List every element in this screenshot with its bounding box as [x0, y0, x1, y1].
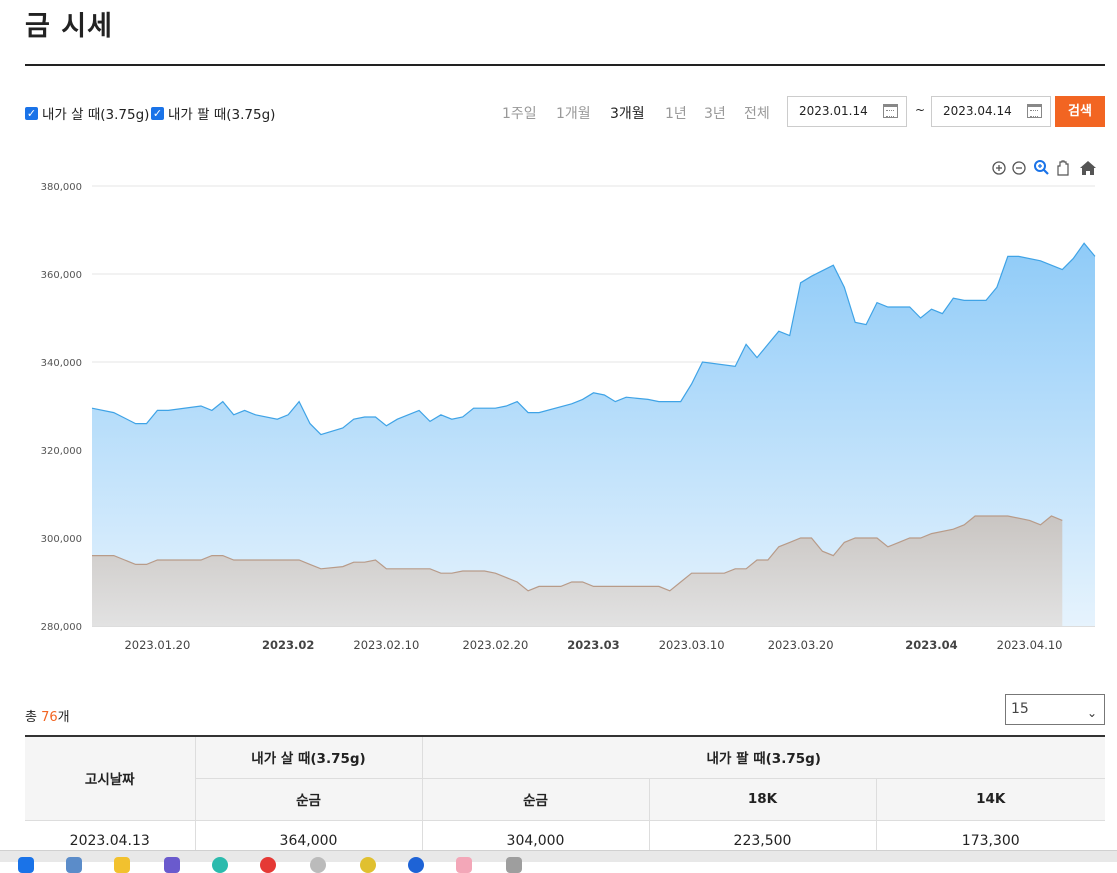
- period-3month[interactable]: 3개월: [610, 103, 645, 123]
- taskbar-app-icon[interactable]: [164, 857, 180, 873]
- start-date-value: 2023.01.14: [799, 104, 868, 118]
- taskbar-app-icon[interactable]: [360, 857, 376, 873]
- taskbar-app-icon[interactable]: [18, 857, 34, 873]
- period-1year[interactable]: 1년: [665, 103, 687, 123]
- taskbar-app-icon[interactable]: [506, 857, 522, 873]
- x-tick-label: 2023.04: [905, 638, 957, 652]
- col-header-buy-pure: 순금: [195, 777, 423, 821]
- sell-checkbox-label: 내가 팔 때(3.75g): [168, 107, 276, 123]
- calendar-icon[interactable]: [1027, 104, 1042, 118]
- period-all[interactable]: 전체: [744, 103, 770, 123]
- taskbar-app-icon[interactable]: [66, 857, 82, 873]
- chart-toolbar: [992, 160, 1096, 176]
- y-tick-label: 320,000: [41, 446, 82, 457]
- chart-series: [91, 242, 1096, 626]
- search-button[interactable]: 검색: [1055, 96, 1105, 127]
- x-tick-label: 2023.03.10: [659, 638, 725, 652]
- zoom-in-icon[interactable]: [992, 161, 1006, 175]
- period-1month[interactable]: 1개월: [556, 103, 591, 123]
- x-tick-label: 2023.01.20: [124, 638, 190, 652]
- total-number: 76: [41, 710, 58, 725]
- y-tick-label: 360,000: [41, 270, 82, 281]
- y-tick-label: 340,000: [41, 358, 82, 369]
- col-header-sell-14k: 14K: [876, 777, 1105, 821]
- taskbar-app-icon[interactable]: [114, 857, 130, 873]
- checkbox-checked-icon: ✓: [151, 106, 164, 120]
- x-tick-label: 2023.02.20: [462, 638, 528, 652]
- taskbar-app-icon[interactable]: [310, 857, 326, 873]
- magnify-icon[interactable]: [1034, 160, 1049, 175]
- y-tick-label: 280,000: [41, 622, 82, 633]
- os-taskbar: [0, 850, 1117, 873]
- page-size-value: 15: [1011, 701, 1029, 717]
- pan-hand-icon[interactable]: [1057, 160, 1069, 176]
- taskbar-app-icon[interactable]: [212, 857, 228, 873]
- checkbox-checked-icon: ✓: [25, 106, 38, 120]
- start-date-input[interactable]: 2023.01.14: [787, 96, 907, 127]
- gold-price-chart: 280,000 300,000 320,000 340,000 360,000 380,0…: [41, 160, 1096, 652]
- col-header-date: 고시날짜: [25, 735, 196, 821]
- sell-series-checkbox[interactable]: ✓ 내가 팔 때(3.75g): [151, 103, 275, 123]
- buy-series-checkbox[interactable]: ✓ 내가 살 때(3.75g): [25, 103, 149, 123]
- y-tick-label: 380,000: [41, 182, 82, 193]
- page-title: 금 시세: [25, 11, 113, 42]
- price-table: 고시날짜 내가 살 때(3.75g) 내가 팔 때(3.75g) 순금 순금 1…: [25, 735, 1105, 862]
- buy-checkbox-label: 내가 살 때(3.75g): [42, 107, 150, 123]
- end-date-input[interactable]: 2023.04.14: [931, 96, 1051, 127]
- taskbar-app-icon[interactable]: [260, 857, 276, 873]
- end-date-value: 2023.04.14: [943, 104, 1012, 118]
- col-group-sell: 내가 팔 때(3.75g): [422, 735, 1105, 779]
- zoom-out-icon[interactable]: [1012, 161, 1026, 175]
- page-size-select[interactable]: 15 ⌄: [1005, 694, 1105, 725]
- total-prefix: 총: [25, 710, 42, 725]
- col-group-buy: 내가 살 때(3.75g): [195, 735, 423, 779]
- period-3year[interactable]: 3년: [704, 103, 726, 123]
- x-tick-label: 2023.03: [567, 638, 619, 652]
- period-1week[interactable]: 1주일: [502, 103, 537, 123]
- col-header-sell-18k: 18K: [649, 777, 877, 821]
- calendar-icon[interactable]: [883, 104, 898, 118]
- y-tick-label: 300,000: [41, 534, 82, 545]
- total-suffix: 개: [57, 710, 70, 725]
- title-divider: [25, 64, 1105, 66]
- x-tick-label: 2023.04.10: [997, 638, 1063, 652]
- home-icon[interactable]: [1080, 161, 1096, 175]
- total-count: 총 76개: [25, 706, 70, 725]
- date-range-separator: ~: [915, 103, 926, 117]
- chevron-down-icon: ⌄: [1086, 706, 1097, 720]
- x-tick-label: 2023.02.10: [353, 638, 419, 652]
- taskbar-app-icon[interactable]: [408, 857, 424, 873]
- taskbar-app-icon[interactable]: [456, 857, 472, 873]
- x-tick-label: 2023.02: [262, 638, 314, 652]
- col-header-sell-pure: 순금: [422, 777, 650, 821]
- x-tick-label: 2023.03.20: [768, 638, 834, 652]
